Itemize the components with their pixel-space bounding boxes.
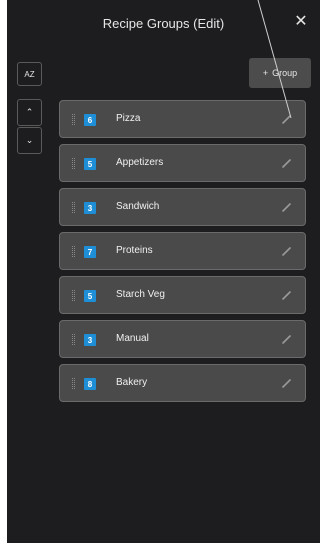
group-row-appetizers[interactable]: 5 Appetizers <box>59 144 306 182</box>
drag-handle-icon[interactable] <box>72 290 75 301</box>
group-count-badge: 5 <box>84 290 96 302</box>
group-label: Appetizers <box>116 157 164 168</box>
add-group-button[interactable]: + Group <box>249 58 311 88</box>
drag-handle-icon[interactable] <box>72 202 75 213</box>
close-icon[interactable]: ✕ <box>292 13 310 31</box>
group-label: Bakery <box>116 377 148 388</box>
drag-handle-icon[interactable] <box>72 246 75 257</box>
chevron-down-icon: ⌄ <box>25 135 34 145</box>
group-label: Proteins <box>116 245 153 256</box>
group-row-manual[interactable]: 3 Manual <box>59 320 306 358</box>
add-group-label: Group <box>272 68 298 78</box>
group-label: Starch Veg <box>116 289 165 300</box>
group-row-proteins[interactable]: 7 Proteins <box>59 232 306 270</box>
group-row-starch-veg[interactable]: 5 Starch Veg <box>59 276 306 314</box>
group-count-badge: 3 <box>84 202 96 214</box>
pencil-icon[interactable] <box>281 289 293 301</box>
pencil-icon[interactable] <box>281 245 293 257</box>
pencil-icon[interactable] <box>281 201 293 213</box>
pencil-icon[interactable] <box>281 333 293 345</box>
move-down-button[interactable]: ⌄ <box>17 127 42 154</box>
group-row-pizza[interactable]: 6 Pizza <box>59 100 306 138</box>
sort-az-icon: AZ <box>24 69 35 79</box>
group-label: Pizza <box>116 113 141 124</box>
group-row-sandwich[interactable]: 3 Sandwich <box>59 188 306 226</box>
group-row-bakery[interactable]: 8 Bakery <box>59 364 306 402</box>
pencil-icon[interactable] <box>281 113 293 125</box>
drag-handle-icon[interactable] <box>72 114 75 125</box>
page-title: Recipe Groups (Edit) <box>102 16 225 31</box>
recipe-group-list: 6 Pizza 5 Appetizers 3 Sandwich 7 Protei… <box>59 100 306 408</box>
group-count-badge: 7 <box>84 246 96 258</box>
group-count-badge: 5 <box>84 158 96 170</box>
group-label: Manual <box>116 333 149 344</box>
group-count-badge: 8 <box>84 378 96 390</box>
chevron-up-icon: ⌃ <box>25 107 34 117</box>
group-count-badge: 6 <box>84 114 96 126</box>
plus-icon: + <box>262 68 269 78</box>
group-count-badge: 3 <box>84 334 96 346</box>
drag-handle-icon[interactable] <box>72 378 75 389</box>
group-label: Sandwich <box>116 201 160 212</box>
pencil-icon[interactable] <box>281 157 293 169</box>
move-up-button[interactable]: ⌃ <box>17 99 42 126</box>
pencil-icon[interactable] <box>281 377 293 389</box>
drag-handle-icon[interactable] <box>72 158 75 169</box>
drag-handle-icon[interactable] <box>72 334 75 345</box>
recipe-groups-panel: Recipe Groups (Edit) ✕ AZ ⌃ ⌄ + Group 6 … <box>7 0 320 543</box>
sort-az-button[interactable]: AZ <box>17 62 42 86</box>
